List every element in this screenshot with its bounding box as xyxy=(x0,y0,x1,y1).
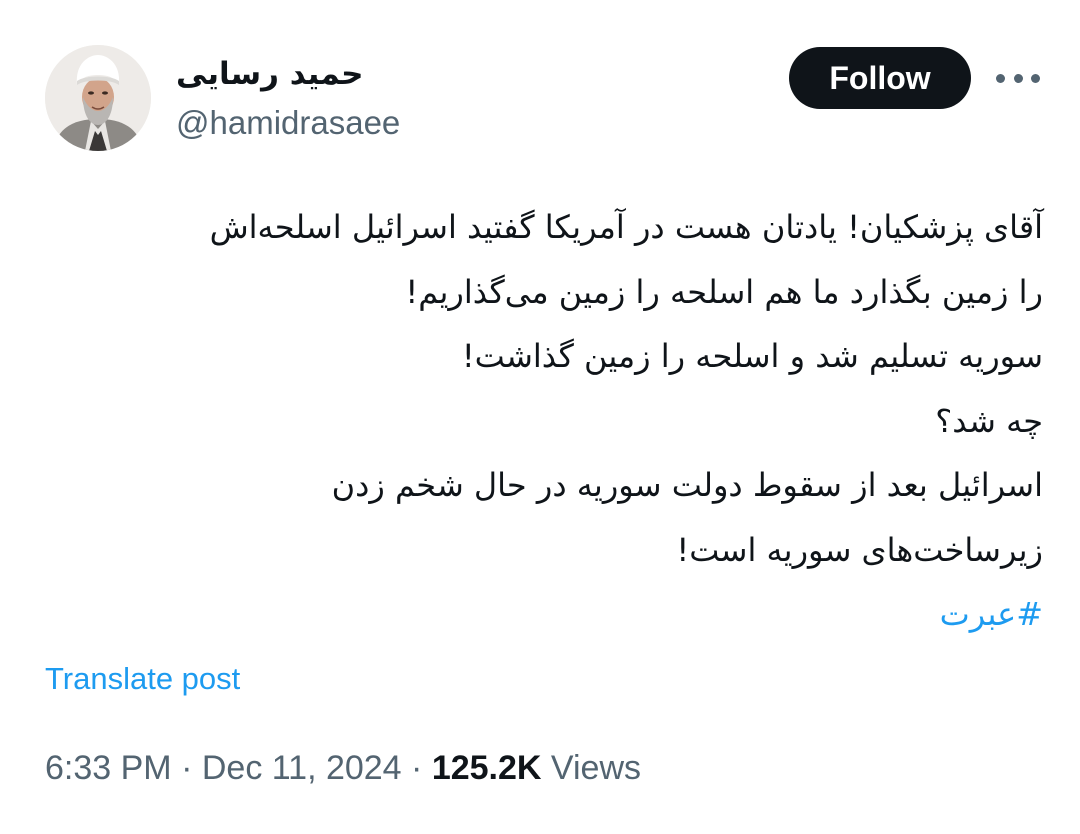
meta-separator: · xyxy=(411,749,423,787)
tweet-meta: 6:33 PM · Dec 11, 2024 · 125.2K Views xyxy=(45,745,641,791)
tweet-line: را زمین بگذارد ما هم اسلحه را زمین می‌گذ… xyxy=(405,272,1043,311)
hashtag-link[interactable]: #عبرت xyxy=(33,582,1043,647)
more-dots-icon xyxy=(1013,73,1023,83)
views-label[interactable]: Views xyxy=(551,749,641,787)
more-dots-icon xyxy=(996,73,1005,83)
meta-separator: · xyxy=(181,749,193,787)
views-count[interactable]: 125.2K xyxy=(432,749,542,787)
avatar[interactable] xyxy=(45,45,151,151)
tweet-line: اسرائیل بعد از سقوط دولت سوریه در حال شخ… xyxy=(331,466,1043,504)
tweet-line: چه شد؟ xyxy=(935,401,1043,440)
profile-photo-icon xyxy=(45,45,151,151)
tweet-line: سوریه تسلیم شد و اسلحه را زمین گذاشت! xyxy=(461,337,1043,375)
tweet-text: آقای پزشکیان! یادتان هست در آمریکا گفتید… xyxy=(33,195,1043,647)
tweet-card: حمید رسایی @hamidrasaee Follow آقای پزشک… xyxy=(0,0,1080,834)
author-display-name[interactable]: حمید رسایی xyxy=(176,52,363,96)
translate-post-link[interactable]: Translate post xyxy=(45,657,240,701)
tweet-line: زیرساخت‌های سوریه است! xyxy=(676,530,1043,569)
tweet-line: آقای پزشکیان! یادتان هست در آمریکا گفتید… xyxy=(209,208,1043,246)
post-date[interactable]: Dec 11, 2024 xyxy=(202,749,402,787)
more-dots-icon xyxy=(1031,73,1040,83)
more-options-button[interactable] xyxy=(996,60,1040,96)
author-handle[interactable]: @hamidrasaee xyxy=(176,101,400,145)
post-time[interactable]: 6:33 PM xyxy=(45,749,172,787)
follow-button[interactable]: Follow xyxy=(789,47,971,109)
